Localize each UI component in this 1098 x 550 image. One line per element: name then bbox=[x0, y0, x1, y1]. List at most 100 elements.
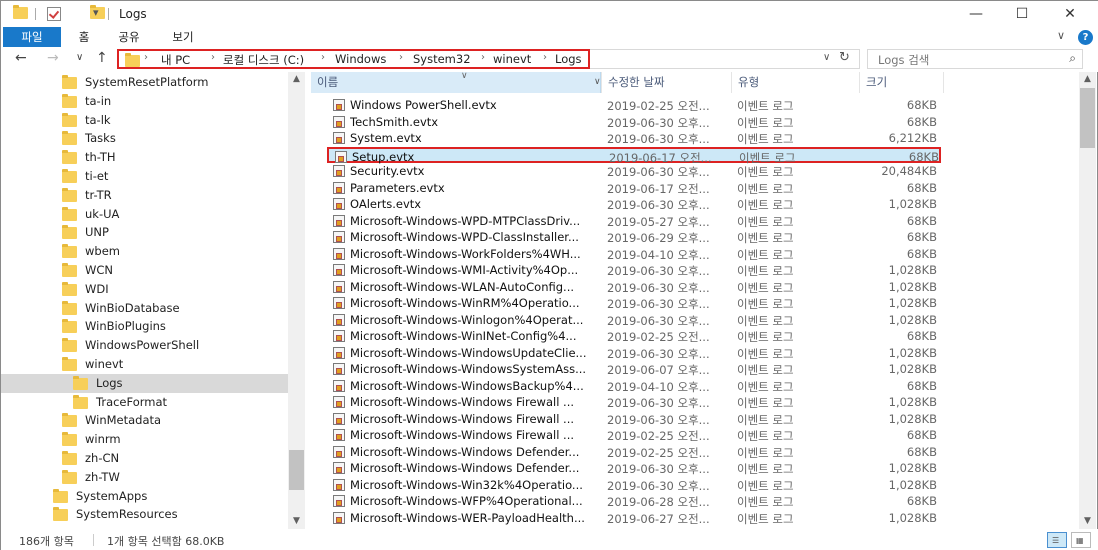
column-size[interactable]: 크기 bbox=[859, 72, 943, 93]
breadcrumb-windows[interactable]: Windows bbox=[335, 52, 386, 66]
tree-item[interactable]: UNP bbox=[1, 223, 288, 242]
scroll-thumb[interactable] bbox=[289, 450, 304, 490]
navigation-scrollbar[interactable]: ▲ ▼ bbox=[288, 72, 305, 529]
tree-item[interactable]: SystemResources bbox=[1, 505, 288, 524]
file-row[interactable]: Microsoft-Windows-WorkFolders%4WH... 2019… bbox=[327, 246, 941, 262]
scroll-up-icon[interactable]: ▲ bbox=[288, 74, 305, 84]
back-button[interactable]: ← bbox=[15, 50, 27, 66]
file-row[interactable]: Microsoft-Windows-WLAN-AutoConfig... 2019… bbox=[327, 279, 941, 295]
file-row[interactable]: Microsoft-Windows-WinINet-Config%4... 201… bbox=[327, 328, 941, 344]
file-row[interactable]: Microsoft-Windows-WindowsSystemAss... 201… bbox=[327, 361, 941, 377]
file-row[interactable]: Microsoft-Windows-Winlogon%4Operat... 201… bbox=[327, 312, 941, 328]
address-dropdown-icon[interactable]: ∨ bbox=[823, 52, 830, 63]
column-name[interactable]: 이름 ∨ ∨ bbox=[311, 72, 601, 93]
file-row[interactable]: Microsoft-Windows-WinRM%4Operatio... 2019… bbox=[327, 295, 941, 311]
file-row[interactable]: Microsoft-Windows-WFP%4Operational... 201… bbox=[327, 493, 941, 509]
tree-item[interactable]: ti-et bbox=[1, 167, 288, 186]
search-icon[interactable]: ⌕ bbox=[1069, 51, 1076, 66]
tree-item[interactable]: winevt bbox=[1, 355, 288, 374]
ribbon-expand-icon[interactable]: ∨ bbox=[1057, 29, 1065, 42]
file-row[interactable]: System.evtx 2019-06-30 오후... 이벤트 로그 6,212KB bbox=[327, 130, 941, 146]
up-button[interactable]: ↑ bbox=[96, 50, 108, 66]
event-log-file-icon bbox=[333, 313, 345, 326]
details-view-button[interactable]: ☰ bbox=[1047, 532, 1067, 548]
tree-item[interactable]: WinBioPlugins bbox=[1, 317, 288, 336]
ribbon-tabs: 파일 홈 공유 보기 ∨ ? bbox=[1, 27, 1098, 47]
breadcrumb-system32[interactable]: System32 bbox=[413, 52, 471, 66]
tree-item[interactable]: SystemResetPlatform bbox=[1, 73, 288, 92]
tree-item[interactable]: WCN bbox=[1, 261, 288, 280]
tab-home[interactable]: 홈 bbox=[69, 27, 99, 47]
column-dropdown-icon[interactable]: ∨ bbox=[594, 72, 601, 93]
file-list-scrollbar[interactable]: ▲ ▼ bbox=[1079, 72, 1096, 529]
file-row[interactable]: Security.evtx 2019-06-30 오후... 이벤트 로그 20,48… bbox=[327, 163, 941, 179]
tree-item[interactable]: WDI bbox=[1, 280, 288, 299]
file-row[interactable]: Windows PowerShell.evtx 2019-02-25 오전... 이… bbox=[327, 97, 941, 113]
search-box[interactable]: Logs 검색 ⌕ bbox=[867, 49, 1083, 69]
tab-file[interactable]: 파일 bbox=[3, 27, 61, 47]
close-button[interactable]: ✕ bbox=[1047, 3, 1093, 25]
file-row[interactable]: Microsoft-Windows-Windows Firewall ... 20… bbox=[327, 411, 941, 427]
breadcrumb-winevt[interactable]: winevt bbox=[493, 52, 531, 66]
tab-view[interactable]: 보기 bbox=[165, 27, 201, 47]
scroll-down-icon[interactable]: ▼ bbox=[1079, 516, 1096, 526]
tree-item[interactable]: winrm bbox=[1, 430, 288, 449]
address-bar[interactable]: › 내 PC › 로컬 디스크 (C:) › Windows › System3… bbox=[117, 49, 590, 69]
column-date[interactable]: 수정한 날짜 bbox=[601, 72, 731, 93]
file-row[interactable]: OAlerts.evtx 2019-06-30 오후... 이벤트 로그 1,028K… bbox=[327, 196, 941, 212]
tree-item[interactable]: uk-UA bbox=[1, 205, 288, 224]
tree-item[interactable]: Logs bbox=[1, 373, 288, 393]
file-row[interactable]: Microsoft-Windows-WindowsBackup%4... 2019… bbox=[327, 378, 941, 394]
column-type[interactable]: 유형 bbox=[731, 72, 859, 93]
file-name: Microsoft-Windows-Windows Defender... bbox=[350, 444, 580, 459]
file-row[interactable]: Microsoft-Windows-Windows Firewall ... 20… bbox=[327, 394, 941, 410]
tree-item[interactable]: tr-TR bbox=[1, 186, 288, 205]
breadcrumb-local-disk[interactable]: 로컬 디스크 (C:) bbox=[223, 52, 304, 68]
tree-item[interactable]: TraceFormat bbox=[1, 393, 288, 412]
scroll-thumb[interactable] bbox=[1080, 88, 1095, 148]
file-row[interactable]: Microsoft-Windows-WPD-ClassInstaller... 2… bbox=[327, 229, 941, 245]
tree-item[interactable]: WindowsPowerShell bbox=[1, 336, 288, 355]
help-icon[interactable]: ? bbox=[1078, 30, 1093, 45]
file-row[interactable]: Microsoft-Windows-Win32k%4Operatio... 201… bbox=[327, 477, 941, 493]
tree-item[interactable]: WinBioDatabase bbox=[1, 299, 288, 318]
file-row[interactable]: Microsoft-Windows-WER-PayloadHealth... 20… bbox=[327, 510, 941, 526]
breadcrumb-this-pc[interactable]: 내 PC bbox=[161, 52, 190, 68]
forward-button[interactable]: → bbox=[47, 50, 59, 66]
scroll-down-icon[interactable]: ▼ bbox=[288, 516, 305, 526]
tree-item-label: winrm bbox=[85, 432, 121, 447]
tree-item[interactable]: Tasks bbox=[1, 129, 288, 148]
file-type: 이벤트 로그 bbox=[737, 214, 794, 229]
tree-item[interactable]: WinMetadata bbox=[1, 411, 288, 430]
file-row[interactable]: Microsoft-Windows-WMI-Activity%4Op... 201… bbox=[327, 262, 941, 278]
divider bbox=[35, 8, 36, 20]
tree-item[interactable]: th-TH bbox=[1, 148, 288, 167]
file-row[interactable]: Parameters.evtx 2019-06-17 오전... 이벤트 로그 68K… bbox=[327, 180, 941, 196]
address-bar-extension[interactable] bbox=[590, 49, 860, 69]
file-row[interactable]: Setup.evtx 2019-06-17 오전... 이벤트 로그 68KB bbox=[327, 146, 941, 165]
tree-item[interactable]: ta-lk bbox=[1, 111, 288, 130]
file-row[interactable]: Microsoft-Windows-Windows Firewall ... 20… bbox=[327, 427, 941, 443]
file-row[interactable]: TechSmith.evtx 2019-06-30 오후... 이벤트 로그 68KB bbox=[327, 114, 941, 130]
tree-item[interactable]: ta-in bbox=[1, 92, 288, 111]
recent-locations-icon[interactable]: ∨ bbox=[76, 52, 83, 63]
tab-share[interactable]: 공유 bbox=[111, 27, 147, 47]
file-type: 이벤트 로그 bbox=[737, 363, 794, 377]
tree-item[interactable]: zh-CN bbox=[1, 449, 288, 468]
quick-access-dropdown-icon[interactable]: ▾ bbox=[93, 6, 99, 19]
tree-item[interactable]: SystemApps bbox=[1, 487, 288, 506]
file-row[interactable]: Microsoft-Windows-WPD-MTPClassDriv... 201… bbox=[327, 213, 941, 229]
refresh-icon[interactable]: ↻ bbox=[839, 50, 850, 65]
breadcrumb-logs[interactable]: Logs bbox=[555, 52, 582, 66]
file-row[interactable]: Microsoft-Windows-WindowsUpdateClie... 20… bbox=[327, 345, 941, 361]
tree-item[interactable]: wbem bbox=[1, 242, 288, 261]
large-icons-view-button[interactable]: ▦ bbox=[1071, 532, 1091, 548]
properties-icon[interactable] bbox=[47, 7, 61, 21]
tree-item[interactable]: zh-TW bbox=[1, 468, 288, 487]
minimize-button[interactable]: — bbox=[953, 3, 999, 25]
file-size: 20,484KB bbox=[881, 164, 937, 178]
file-row[interactable]: Microsoft-Windows-Windows Defender... 201… bbox=[327, 460, 941, 476]
file-row[interactable]: Microsoft-Windows-Windows Defender... 201… bbox=[327, 444, 941, 460]
scroll-up-icon[interactable]: ▲ bbox=[1079, 74, 1096, 84]
maximize-button[interactable]: ☐ bbox=[999, 3, 1045, 25]
